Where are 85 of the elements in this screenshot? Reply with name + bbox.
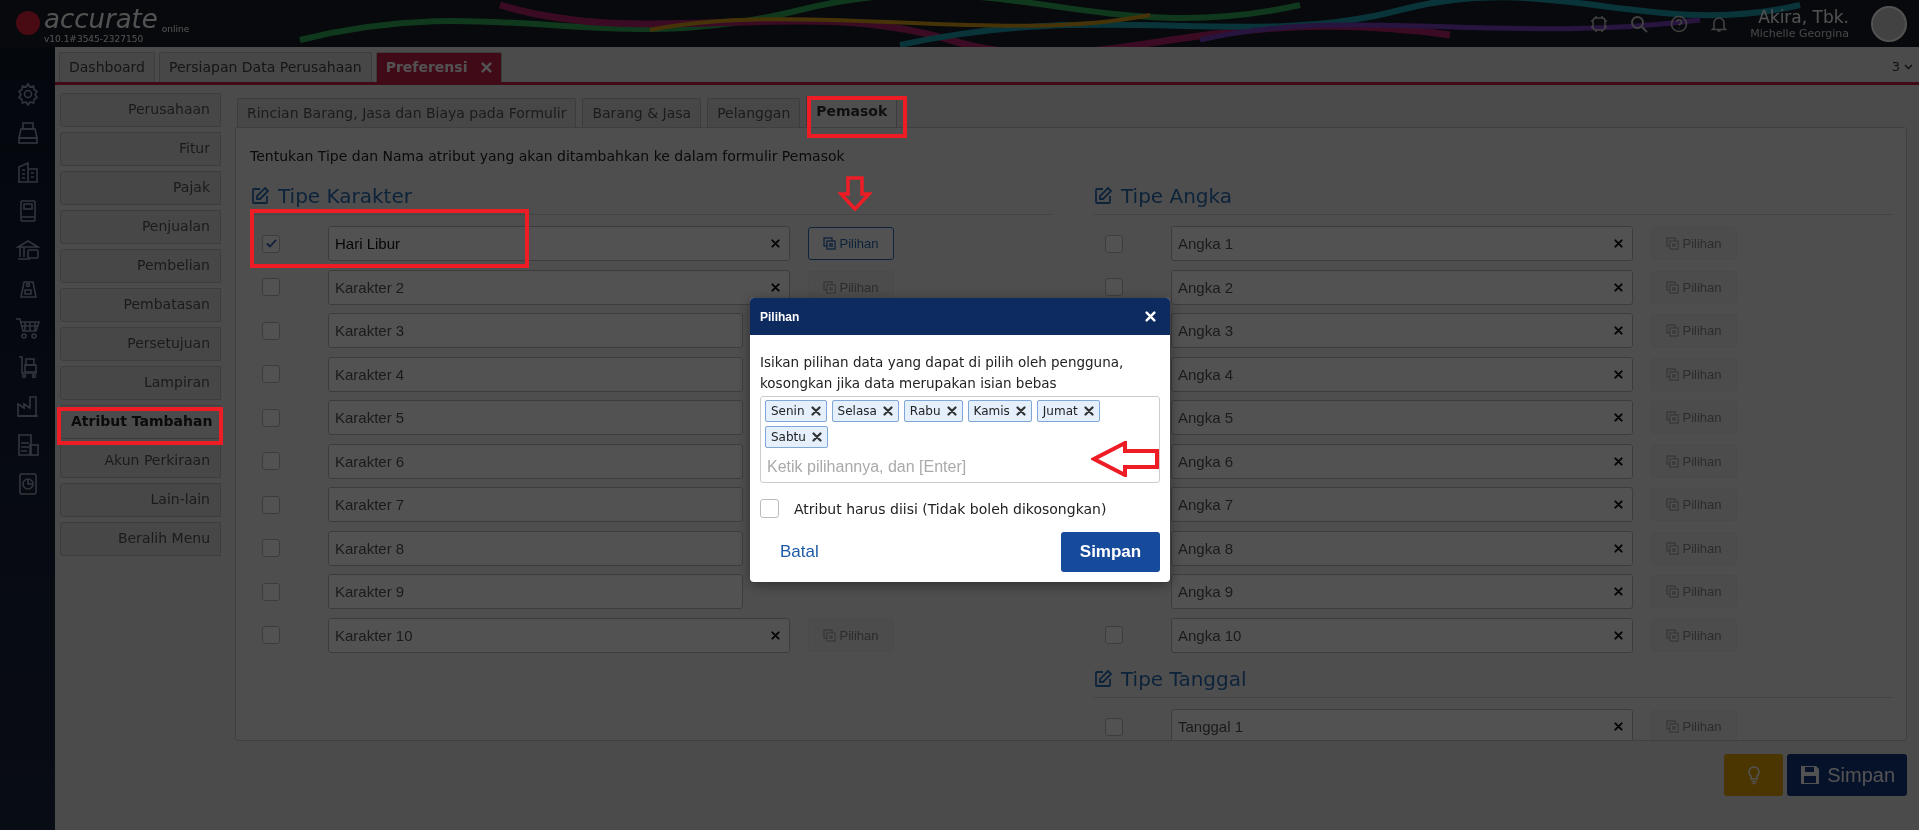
copy-icon xyxy=(1666,585,1680,598)
save-icon xyxy=(1799,764,1822,786)
clear-icon[interactable] xyxy=(1614,543,1623,553)
copy-icon xyxy=(1666,541,1680,555)
remove-icon[interactable] xyxy=(810,406,821,416)
cancel-button[interactable]: Batal xyxy=(760,534,839,570)
save-button[interactable]: Simpan xyxy=(1061,532,1160,572)
bank-icon[interactable] xyxy=(15,238,40,262)
copy-icon xyxy=(1666,280,1680,294)
factory-icon[interactable] xyxy=(15,394,40,418)
copy-icon xyxy=(1666,237,1680,250)
clear-icon[interactable] xyxy=(1614,413,1623,422)
remove-icon[interactable] xyxy=(882,406,893,416)
remove-icon[interactable] xyxy=(946,406,957,416)
clear-icon[interactable] xyxy=(771,239,780,248)
arrow-icon xyxy=(1091,441,1159,477)
cart-icon[interactable] xyxy=(14,316,41,340)
option-tag: Jumat xyxy=(1036,400,1100,422)
option-tag: Kamis xyxy=(967,400,1032,422)
checkbox-label: Atribut harus diisi (Tidak boleh dikosongkan) xyxy=(794,500,1107,517)
clear-icon[interactable] xyxy=(1614,239,1623,248)
checkbox[interactable] xyxy=(262,234,280,253)
section-title: Tipe Tanggal xyxy=(1121,667,1247,691)
help-icon[interactable] xyxy=(1670,14,1689,33)
edit-icon xyxy=(250,186,270,206)
instruction-text: Isikan pilihan data yang dapat di pilih oleh pengguna, kosongkan jika data merupakan isian bebas xyxy=(760,353,1125,393)
arrow-icon xyxy=(838,176,872,211)
edit-icon xyxy=(1093,186,1113,206)
checkbox[interactable] xyxy=(760,499,779,518)
ai-icon[interactable] xyxy=(1590,14,1609,33)
copy-icon xyxy=(823,237,837,250)
building-icon[interactable] xyxy=(15,160,40,184)
clear-icon[interactable] xyxy=(771,630,780,640)
dialog-title: Pilihan xyxy=(760,309,800,324)
notification-bell-icon[interactable] xyxy=(1710,14,1729,33)
copy-icon xyxy=(1666,411,1680,424)
copy-icon xyxy=(1666,720,1680,733)
remove-icon[interactable] xyxy=(1083,406,1094,416)
tips-button[interactable] xyxy=(1724,754,1784,796)
clear-icon[interactable] xyxy=(1614,587,1623,596)
options-button[interactable]: Pilihan xyxy=(808,227,894,260)
close-icon[interactable] xyxy=(1145,311,1156,322)
company-name: Akira, Tbk. xyxy=(1758,7,1849,27)
tab[interactable]: Preferensi xyxy=(375,52,503,82)
save-button[interactable]: Simpan xyxy=(1787,754,1907,796)
clear-icon[interactable] xyxy=(1614,630,1623,640)
caret-icon[interactable] xyxy=(1904,63,1913,70)
option-tag: Selasa xyxy=(831,400,899,422)
clear-icon[interactable] xyxy=(1614,369,1623,379)
checkbox[interactable] xyxy=(1105,278,1123,296)
cash-register-icon[interactable] xyxy=(15,121,40,145)
section-title: Tipe Karakter xyxy=(278,184,412,208)
clear-icon[interactable] xyxy=(1614,456,1623,466)
tax-document-icon[interactable] xyxy=(15,433,40,457)
settings-icon[interactable] xyxy=(15,82,40,106)
option-tag: Senin xyxy=(765,400,827,422)
copy-icon xyxy=(823,280,837,294)
clear-icon[interactable] xyxy=(1614,326,1623,335)
clear-icon[interactable] xyxy=(1614,722,1623,731)
clear-icon[interactable] xyxy=(1614,282,1623,292)
edit-icon xyxy=(1093,669,1113,689)
lightbulb-icon xyxy=(1745,765,1762,785)
input-field[interactable]: Hari Libur xyxy=(328,226,790,261)
clear-icon[interactable] xyxy=(1614,500,1623,509)
copy-icon xyxy=(1666,367,1680,381)
section-title: Tipe Angka xyxy=(1121,184,1233,208)
remove-icon[interactable] xyxy=(1015,406,1026,416)
app-logo: accurate xyxy=(44,3,158,34)
clear-icon[interactable] xyxy=(771,282,780,292)
copy-icon xyxy=(1666,498,1680,511)
search-icon[interactable] xyxy=(1630,14,1649,33)
copy-icon xyxy=(823,628,837,642)
copy-icon xyxy=(1666,454,1680,468)
version-text: v10.1#3545-2327150 xyxy=(44,33,145,44)
remove-icon[interactable] xyxy=(811,432,822,442)
option-tag: Sabtu xyxy=(765,426,828,448)
user-name: Michelle Georgina xyxy=(1750,27,1849,40)
copy-icon xyxy=(1666,324,1680,337)
tab-count[interactable]: 3 xyxy=(1891,59,1900,74)
option-tag: Rabu xyxy=(903,400,963,422)
copy-icon xyxy=(1666,628,1680,642)
tag-input-field[interactable]: Senin Selasa Rabu Kamis Jumat Sabtu Ketik pilihannya, dan [Enter] xyxy=(760,396,1160,483)
description-text: Tentukan Tipe dan Nama atribut yang akan ditambahkan ke dalam formulir Pemasok xyxy=(250,148,846,164)
check-icon xyxy=(265,239,277,248)
logo-subtitle: online xyxy=(161,23,190,34)
